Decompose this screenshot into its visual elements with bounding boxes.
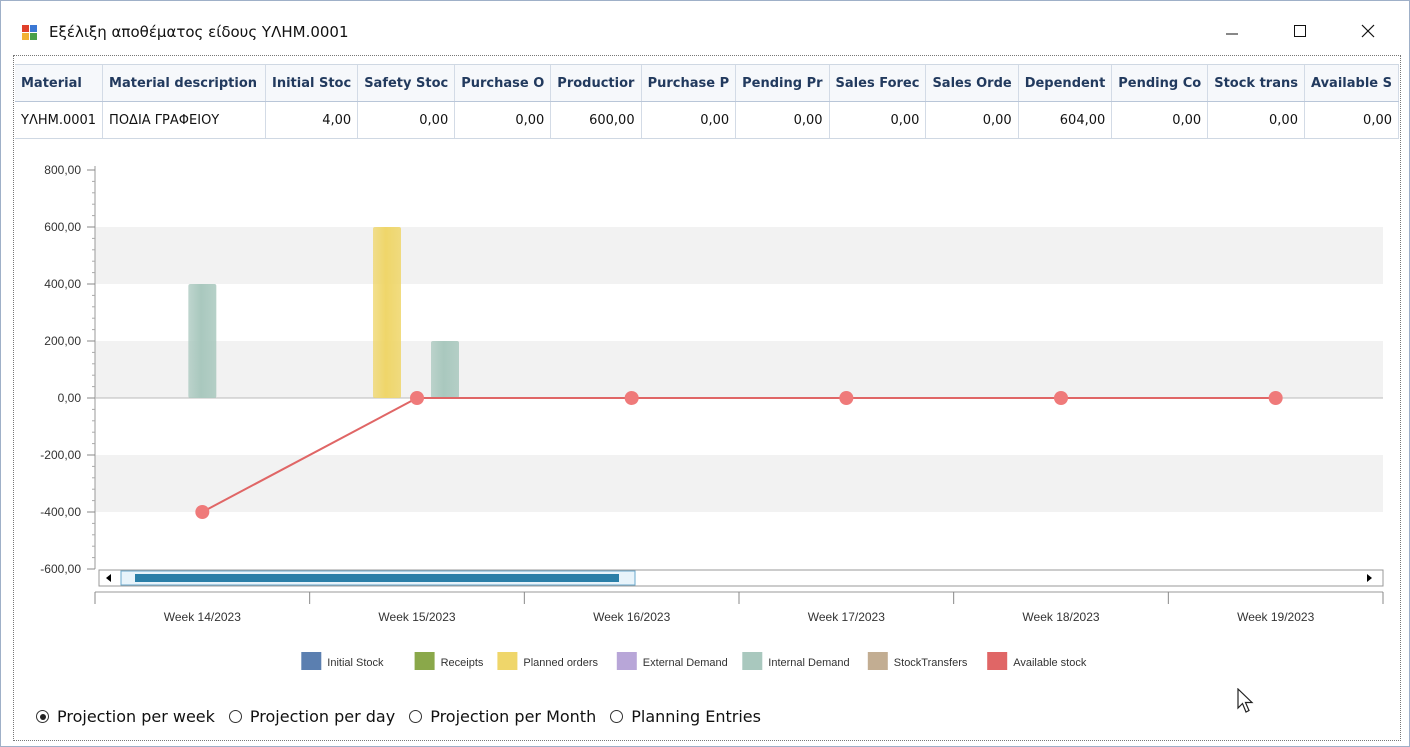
bar-internal-demand bbox=[188, 284, 217, 398]
column-header[interactable]: Material bbox=[15, 65, 104, 102]
radio-label[interactable]: Projection per day bbox=[250, 707, 395, 726]
legend-label: Planned orders bbox=[523, 657, 598, 669]
radio-projection-per-month[interactable]: Projection per Month bbox=[409, 707, 596, 726]
close-button[interactable] bbox=[1345, 13, 1391, 49]
x-tick-label: Week 18/2023 bbox=[1022, 610, 1099, 624]
y-tick-label: 0,00 bbox=[58, 391, 82, 405]
column-header[interactable]: Dependent bbox=[1018, 65, 1113, 102]
y-tick-label: 800,00 bbox=[44, 163, 81, 177]
mouse-cursor-icon bbox=[1237, 688, 1254, 713]
material-table: Material Material description Initial Stoc… bbox=[15, 65, 1399, 139]
radio-projection-per-day[interactable]: Projection per day bbox=[228, 707, 395, 726]
table-cell[interactable]: 0,00 bbox=[1111, 101, 1209, 139]
legend-swatch bbox=[301, 652, 322, 670]
y-tick-label: -600,00 bbox=[40, 562, 81, 576]
table-cell[interactable]: 0,00 bbox=[925, 101, 1019, 139]
point-available-stock bbox=[1268, 391, 1283, 405]
legend-label: Internal Demand bbox=[768, 657, 849, 669]
bar-planned-orders bbox=[373, 227, 401, 398]
x-tick-label: Week 17/2023 bbox=[808, 610, 885, 624]
projection-options: Projection per week Projection per day Pro… bbox=[36, 707, 775, 726]
legend-swatch bbox=[867, 652, 888, 670]
legend-swatch bbox=[616, 652, 637, 670]
grid-header-row: Material Material description Initial Stoc… bbox=[15, 65, 1399, 102]
radio-label[interactable]: Projection per Month bbox=[430, 707, 596, 726]
radio-circle-icon[interactable] bbox=[409, 710, 423, 723]
radio-circle-icon[interactable] bbox=[228, 710, 242, 723]
table-cell[interactable]: 0,00 bbox=[454, 101, 552, 139]
column-header[interactable]: Pending Pr bbox=[735, 65, 830, 102]
stock-chart: 800,00 600,00 400,00 200,00 0,00 -200,00 -400,… bbox=[40, 163, 1384, 670]
maximize-button[interactable] bbox=[1277, 13, 1323, 49]
point-available-stock bbox=[1054, 391, 1068, 405]
radio-circle-icon[interactable] bbox=[610, 710, 624, 723]
scrollbar-thumb[interactable] bbox=[135, 574, 619, 582]
radio-label[interactable]: Planning Entries bbox=[631, 707, 761, 726]
column-header[interactable]: Purchase O bbox=[454, 65, 552, 102]
table-cell[interactable]: 0,00 bbox=[357, 101, 456, 139]
table-cell[interactable]: 0,00 bbox=[829, 101, 927, 139]
grid-band bbox=[95, 341, 1383, 398]
y-tick-label: -200,00 bbox=[40, 448, 81, 462]
column-header[interactable]: Safety Stoc bbox=[357, 65, 456, 102]
legend-swatch bbox=[414, 652, 435, 670]
grid-band bbox=[95, 227, 1383, 284]
table-cell[interactable]: 0,00 bbox=[735, 101, 830, 139]
table-cell[interactable]: 0,00 bbox=[1304, 101, 1399, 139]
column-header[interactable]: Initial Stoc bbox=[265, 65, 359, 102]
table-row[interactable]: ΥΛΗΜ.0001 ΠΟΔΙΑ ΓΡΑΦΕΙΟΥ 4,00 0,00 0,00 600,0… bbox=[15, 101, 1399, 139]
y-tick-label: -400,00 bbox=[40, 505, 81, 519]
point-available-stock bbox=[839, 391, 854, 405]
legend-label: Available stock bbox=[1013, 657, 1087, 669]
y-tick-label: 400,00 bbox=[44, 277, 81, 291]
column-header[interactable]: Available S bbox=[1304, 65, 1399, 102]
y-tick-label: 600,00 bbox=[44, 220, 81, 234]
legend-label: StockTransfers bbox=[894, 657, 968, 669]
table-cell[interactable]: 4,00 bbox=[265, 101, 359, 139]
radio-projection-per-week[interactable]: Projection per week bbox=[36, 707, 215, 726]
point-available-stock bbox=[410, 391, 424, 405]
title-bar: Εξέλιξη αποθέματος είδους ΥΛΗΜ.0001 bbox=[1, 1, 1409, 51]
point-available-stock bbox=[195, 505, 210, 519]
legend-swatch bbox=[742, 652, 763, 670]
app-icon bbox=[22, 25, 37, 40]
legend-label: External Demand bbox=[643, 657, 728, 669]
maximize-icon bbox=[1294, 25, 1306, 37]
column-header[interactable]: Stock trans bbox=[1207, 65, 1305, 102]
radio-label[interactable]: Projection per week bbox=[57, 707, 215, 726]
table-cell[interactable]: 0,00 bbox=[641, 101, 737, 139]
x-tick-label: Week 14/2023 bbox=[164, 610, 241, 624]
grid-body: ΥΛΗΜ.0001 ΠΟΔΙΑ ΓΡΑΦΕΙΟΥ 4,00 0,00 0,00 600,0… bbox=[15, 101, 1399, 139]
material-grid[interactable]: Material Material description Initial Stoc… bbox=[15, 64, 1399, 140]
point-available-stock bbox=[624, 391, 639, 405]
column-header[interactable]: Pending Co bbox=[1111, 65, 1209, 102]
x-tick-label: Week 15/2023 bbox=[378, 610, 455, 624]
bar-internal-demand bbox=[431, 341, 459, 398]
legend-swatch bbox=[987, 652, 1008, 670]
table-cell[interactable]: 0,00 bbox=[1207, 101, 1305, 139]
column-header[interactable]: Productior bbox=[550, 65, 642, 102]
x-tick-label: Week 16/2023 bbox=[593, 610, 670, 624]
minimize-icon bbox=[1226, 33, 1238, 35]
column-header[interactable]: Sales Forec bbox=[829, 65, 927, 102]
column-header[interactable]: Sales Orde bbox=[925, 65, 1019, 102]
y-tick-label: 200,00 bbox=[44, 334, 81, 348]
legend-label: Receipts bbox=[441, 657, 484, 669]
column-header[interactable]: Material description bbox=[102, 65, 266, 102]
table-cell[interactable]: 600,00 bbox=[550, 101, 642, 139]
stock-evolution-window: Εξέλιξη αποθέματος είδους ΥΛΗΜ.0001 Mate… bbox=[0, 0, 1410, 747]
radio-circle-icon[interactable] bbox=[36, 710, 49, 723]
radio-planning-entries[interactable]: Planning Entries bbox=[610, 707, 761, 726]
legend-swatch bbox=[497, 652, 518, 670]
window-title: Εξέλιξη αποθέματος είδους ΥΛΗΜ.0001 bbox=[49, 23, 349, 41]
close-icon bbox=[1361, 24, 1375, 38]
grid-band bbox=[95, 455, 1383, 512]
table-cell[interactable]: ΥΛΗΜ.0001 bbox=[15, 101, 104, 139]
legend-label: Initial Stock bbox=[327, 657, 384, 669]
x-tick-label: Week 19/2023 bbox=[1237, 610, 1314, 624]
column-header[interactable]: Purchase P bbox=[641, 65, 737, 102]
table-cell[interactable]: 604,00 bbox=[1018, 101, 1113, 139]
minimize-button[interactable] bbox=[1209, 13, 1255, 49]
table-cell[interactable]: ΠΟΔΙΑ ΓΡΑΦΕΙΟΥ bbox=[102, 101, 266, 139]
